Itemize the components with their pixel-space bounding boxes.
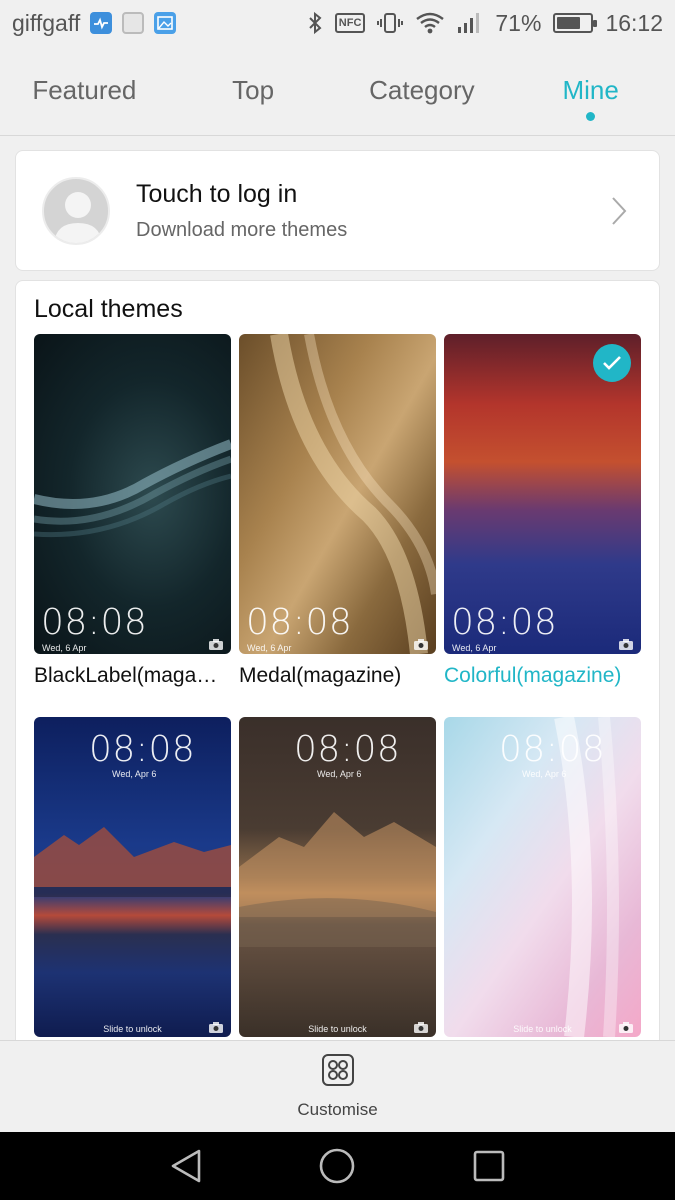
- slide-to-unlock: Slide to unlock: [513, 1024, 572, 1034]
- slide-to-unlock: Slide to unlock: [308, 1024, 367, 1034]
- lock-date: Wed, 6 Apr: [247, 643, 292, 653]
- theme-thumbnail: 08:08 Wed, Apr 6 Slide to unlock: [34, 717, 231, 1037]
- lock-date: Wed, Apr 6: [112, 769, 157, 779]
- lock-time: 08:08: [451, 602, 558, 643]
- theme-name: Colorful(magazine): [444, 664, 622, 687]
- vibrate-icon: [377, 11, 404, 35]
- lock-date: Wed, Apr 6: [317, 769, 362, 779]
- status-bar: giffgaff NFC 71% 16:12: [0, 0, 675, 46]
- lock-time: 08:08: [246, 602, 353, 643]
- theme-medal[interactable]: 08:08 Wed, 6 Apr Medal(magazine): [239, 334, 436, 688]
- local-themes-panel: Local themes 08:08 Wed, 6 Apr BlackLabel…: [15, 280, 660, 1060]
- theme-item[interactable]: 08:08 Wed, Apr 6 Slide to unlock: [239, 717, 436, 1037]
- theme-thumbnail: 08:08 Wed, 6 Apr: [34, 334, 231, 654]
- theme-thumbnail: 08:08 Wed, Apr 6 Slide to unlock: [239, 717, 436, 1037]
- tab-label: Mine: [562, 75, 619, 105]
- tab-top[interactable]: Top: [169, 46, 338, 135]
- camera-icon: [619, 639, 633, 650]
- customise-button[interactable]: Customise: [0, 1040, 675, 1132]
- camera-icon: [209, 1022, 223, 1033]
- login-subtitle: Download more themes: [136, 218, 348, 241]
- login-text: Touch to log in Download more themes: [136, 180, 347, 242]
- camera-icon: [414, 1022, 428, 1033]
- lock-time: 08:08: [89, 729, 196, 770]
- status-right: NFC 71% 16:12: [307, 10, 663, 37]
- recents-icon[interactable]: [467, 1144, 511, 1188]
- tab-label: Category: [369, 75, 475, 105]
- tab-featured[interactable]: Featured: [0, 46, 169, 135]
- theme-thumbnail: 08:08 Wed, Apr 6 Slide to unlock: [444, 717, 641, 1037]
- health-app-icon: [90, 12, 113, 34]
- theme-thumbnail: 08:08 Wed, 6 Apr: [239, 334, 436, 654]
- slide-to-unlock: Slide to unlock: [103, 1024, 162, 1034]
- battery-percent: 71%: [495, 9, 542, 36]
- active-tab-indicator: [586, 112, 596, 121]
- customise-icon: [321, 1053, 355, 1092]
- theme-thumbnail: 08:08 Wed, 6 Apr: [444, 334, 641, 654]
- avatar: [42, 176, 110, 245]
- chevron-right-icon: [605, 191, 633, 231]
- carrier-name: giffgaff: [12, 9, 81, 36]
- tab-bar: Featured Top Category Mine: [0, 46, 675, 136]
- lock-time: 08:08: [499, 729, 606, 770]
- bluetooth-icon: [307, 11, 323, 35]
- customise-label: Customise: [297, 1100, 378, 1119]
- lock-date: Wed, Apr 6: [522, 769, 567, 779]
- lock-time: 08:08: [41, 602, 148, 643]
- theme-item[interactable]: 08:08 Wed, Apr 6 Slide to unlock: [444, 717, 641, 1037]
- signal-icon: [457, 12, 483, 34]
- camera-icon: [209, 639, 223, 650]
- lock-date: Wed, 6 Apr: [452, 643, 497, 653]
- selected-check-icon: [593, 344, 631, 382]
- gallery-app-icon: [154, 12, 177, 34]
- home-icon[interactable]: [315, 1144, 359, 1188]
- system-nav-bar: [0, 1132, 675, 1200]
- theme-blacklabel[interactable]: 08:08 Wed, 6 Apr BlackLabel(maga…: [34, 334, 231, 688]
- login-title: Touch to log in: [136, 179, 298, 208]
- wifi-icon: [415, 11, 445, 35]
- lock-time: 08:08: [294, 729, 401, 770]
- battery-fill: [557, 17, 581, 29]
- circle-app-icon: [122, 12, 145, 34]
- theme-name: Medal(magazine): [239, 664, 402, 687]
- battery-icon: [553, 13, 598, 33]
- camera-icon: [414, 639, 428, 650]
- user-silhouette-icon: [54, 191, 102, 243]
- status-left: giffgaff: [12, 9, 177, 37]
- theme-item[interactable]: 08:08 Wed, Apr 6 Slide to unlock: [34, 717, 231, 1037]
- section-title: Local themes: [34, 295, 183, 323]
- nfc-icon: NFC: [334, 13, 366, 33]
- login-card[interactable]: Touch to log in Download more themes: [15, 150, 660, 271]
- camera-icon: [619, 1022, 633, 1033]
- clock: 16:12: [605, 9, 663, 36]
- back-icon[interactable]: [164, 1144, 208, 1188]
- theme-name: BlackLabel(maga…: [34, 664, 218, 687]
- tab-label: Featured: [32, 75, 137, 105]
- theme-colorful[interactable]: 08:08 Wed, 6 Apr Colorful(magazine): [444, 334, 641, 688]
- tab-category[interactable]: Category: [338, 46, 507, 135]
- tab-label: Top: [232, 75, 275, 105]
- lock-date: Wed, 6 Apr: [42, 643, 87, 653]
- tab-mine[interactable]: Mine: [506, 46, 675, 135]
